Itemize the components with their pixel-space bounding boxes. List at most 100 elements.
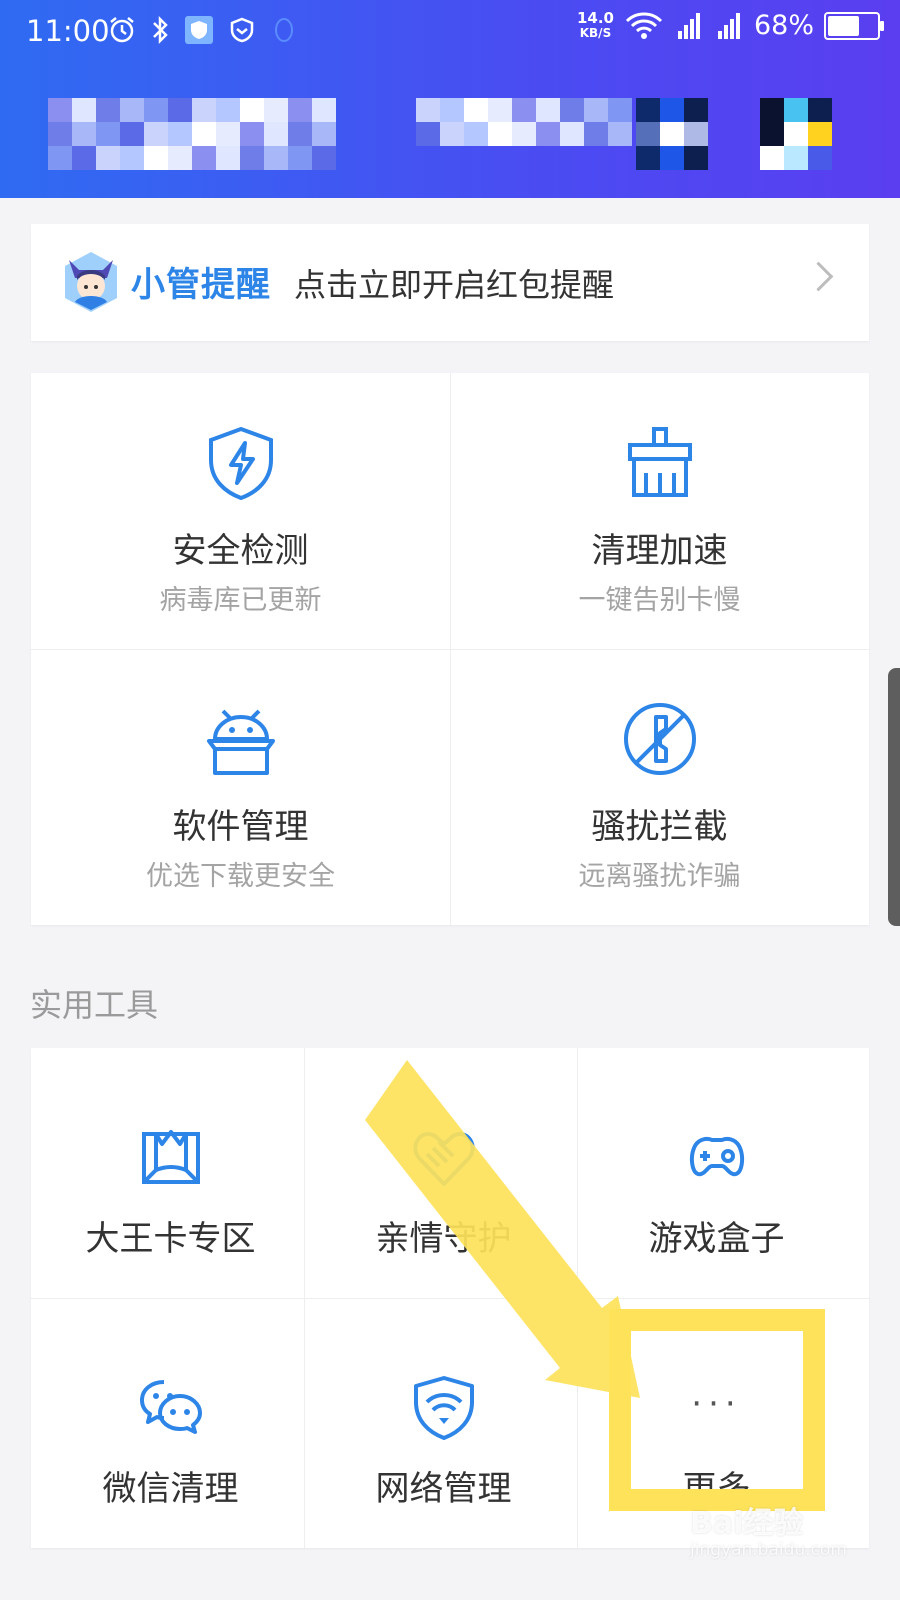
mosaic-block [636,98,660,122]
tool-king-card[interactable]: 大王卡专区 [31,1048,310,1298]
reminder-banner[interactable]: 小管提醒 点击立即开启红包提醒 [31,224,869,341]
mosaic-block [144,122,168,146]
mosaic-block [416,122,440,146]
mosaic-block [784,146,808,170]
feature-grid: 安全检测 病毒库已更新 清理加速 一键告别卡慢 软件管理 优选下载更安全 骚扰拦… [31,373,869,925]
block-call-icon [623,703,696,775]
feature-title: 安全检测 [172,531,309,571]
shield-bolt-icon [208,426,273,501]
tool-game-box[interactable]: 游戏盒子 [577,1048,856,1298]
mosaic-block [636,146,660,170]
mosaic-block [512,98,536,122]
mosaic-block [168,146,192,170]
heart-hand-icon [412,1132,475,1186]
mosaic-block [684,146,708,170]
mosaic-block [416,98,440,122]
mosaic-block [264,122,288,146]
alarm-icon [110,17,134,43]
broom-icon [627,427,692,497]
mosaic-block [192,98,216,122]
chevron-right-icon [803,261,834,292]
guardian-mascot-icon [65,252,117,312]
mosaic-block [312,122,336,146]
mosaic-block [120,122,144,146]
app-header: 11:00 14.0 KB/S 68% [0,0,900,198]
mosaic-block [48,98,72,122]
tool-label: 大王卡专区 [85,1219,256,1259]
mosaic-block [96,122,120,146]
mosaic-block [560,122,584,146]
mosaic-block [312,146,336,170]
watermark-brand: Bai经验 [690,1506,804,1541]
mosaic-block [48,146,72,170]
tool-label: 网络管理 [375,1469,512,1509]
feature-subtitle: 一键告别卡慢 [578,585,741,616]
mosaic-block [660,98,684,122]
mosaic-block [288,98,312,122]
network-speed: 14.0 KB/S [576,8,614,40]
tool-label: 亲情守护 [375,1219,512,1259]
battery-percent: 68% [753,10,814,41]
mosaic-block [784,122,808,146]
bluetooth-icon [153,15,168,45]
mosaic-block [584,98,608,122]
feature-cleanup[interactable]: 清理加速 一键告别卡慢 [450,373,869,649]
mosaic-block [240,146,264,170]
mosaic-block [608,98,632,122]
mosaic-block [312,98,336,122]
mosaic-block [536,98,560,122]
tools-grid: 大王卡专区 亲情守护 游戏盒子 微信清理 网络管理 ··· 更多 [31,1048,869,1548]
tool-network-manager[interactable]: 网络管理 [304,1298,583,1548]
wifi-icon [625,11,663,39]
mosaic-block [584,122,608,146]
feature-subtitle: 远离骚扰诈骗 [578,861,741,892]
status-time: 11:00 [26,14,110,48]
mosaic-block [144,98,168,122]
reminder-text: 点击立即开启红包提醒 [294,266,615,304]
mosaic-block [144,146,168,170]
mosaic-block [636,122,660,146]
mosaic-block [120,98,144,122]
security-app-icon [185,16,213,44]
tool-label: 游戏盒子 [648,1219,785,1259]
android-box-icon [206,709,275,775]
tool-label: 微信清理 [102,1469,239,1509]
mosaic-block [288,146,312,170]
mosaic-block [808,98,832,122]
feature-title: 软件管理 [172,807,309,847]
mosaic-block [72,146,96,170]
mosaic-block [192,122,216,146]
feature-block-harass[interactable]: 骚扰拦截 远离骚扰诈骗 [450,649,869,925]
mosaic-block [240,122,264,146]
mosaic-block [96,146,120,170]
vpn-shield-icon [230,17,254,43]
mosaic-block [168,98,192,122]
gamepad-icon [689,1137,744,1177]
mosaic-block [760,146,784,170]
feature-security-scan[interactable]: 安全检测 病毒库已更新 [31,373,450,649]
tool-wechat-clean[interactable]: 微信清理 [31,1298,310,1548]
king-card-icon [141,1130,200,1184]
mosaic-block [488,98,512,122]
tool-family-guard[interactable]: 亲情守护 [304,1048,583,1298]
feature-title: 骚扰拦截 [591,807,728,847]
mosaic-block [608,122,632,146]
qq-icon [275,18,293,42]
feature-title: 清理加速 [591,531,728,571]
status-bar: 11:00 14.0 KB/S 68% [0,0,900,66]
signal-4g-icon [717,12,740,39]
edge-drawer-handle[interactable] [888,668,900,926]
wechat-icon [139,1380,202,1434]
mosaic-block [464,98,488,122]
mosaic-block [512,122,536,146]
mosaic-block [264,98,288,122]
mosaic-block [264,146,288,170]
mosaic-block [216,122,240,146]
mosaic-block [560,98,584,122]
mosaic-block [216,98,240,122]
feature-subtitle: 病毒库已更新 [159,585,322,616]
mosaic-block [440,122,464,146]
feature-app-manager[interactable]: 软件管理 优选下载更安全 [31,649,450,925]
more-dots-icon: ··· [691,1384,742,1424]
feature-subtitle: 优选下载更安全 [146,861,335,892]
